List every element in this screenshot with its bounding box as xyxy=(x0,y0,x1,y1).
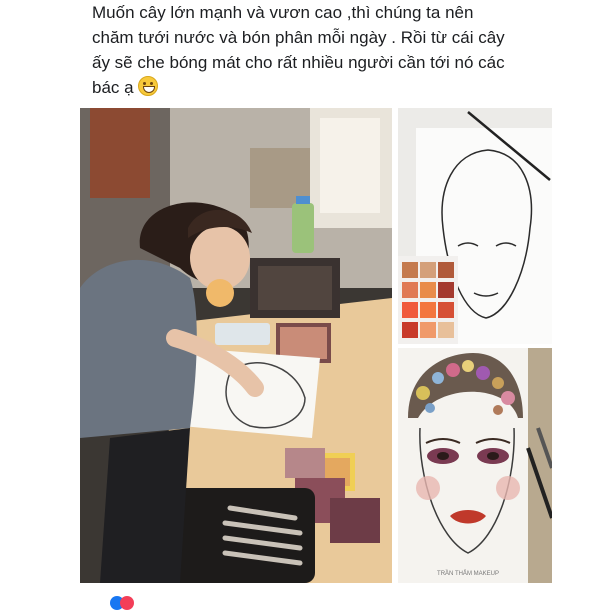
photo-top-right-illustration xyxy=(398,108,552,344)
post-text-line: chăm tưới nước và bón phân mỗi ngày . Rồ… xyxy=(92,28,505,47)
post-text-line: bác ạ xyxy=(92,75,562,100)
love-reaction-icon xyxy=(120,596,134,610)
photo-bottom-right-illustration: TRẦN THẮM MAKEUP xyxy=(398,348,552,583)
grinning-face-emoji-icon xyxy=(137,76,158,96)
post-text-line: ấy sẽ che bóng mát cho rất nhiều người c… xyxy=(92,53,505,72)
photo-blank-face-chart[interactable] xyxy=(398,108,552,344)
photo-main-illustration xyxy=(80,108,392,583)
photo-girl-drawing[interactable] xyxy=(80,108,392,583)
watermark-text: TRẦN THẮM MAKEUP xyxy=(437,569,499,577)
photo-finished-face-chart[interactable]: TRẦN THẮM MAKEUP xyxy=(398,348,552,583)
post-text: Muốn cây lớn mạnh và vươn cao ,thì chúng… xyxy=(92,0,562,100)
post-text-line: Muốn cây lớn mạnh và vươn cao ,thì chúng… xyxy=(92,3,474,22)
